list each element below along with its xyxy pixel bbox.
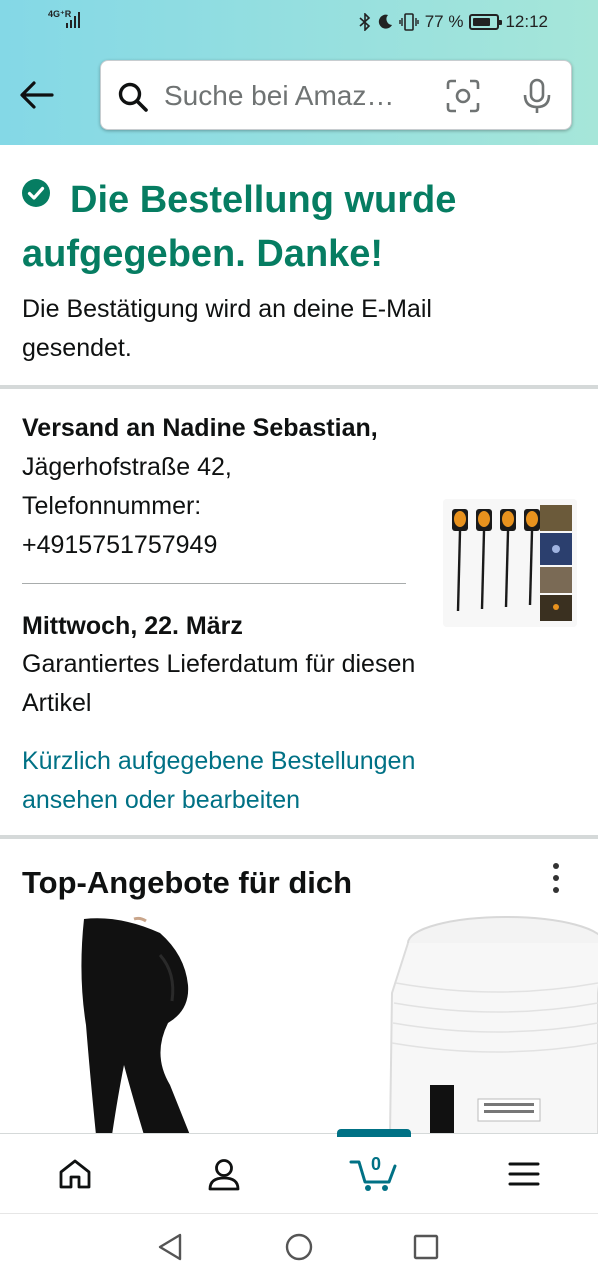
cart-count-badge: 0 [371,1154,382,1174]
back-triangle-icon[interactable] [156,1232,186,1262]
status-bar: 4G⁺R 77 % 12:12 [0,0,598,46]
order-confirmation-section: Die Bestellung wurde aufgegeben. Danke! … [0,145,598,389]
battery-icon [469,14,503,30]
microphone-icon[interactable] [522,78,552,114]
battery-fill [473,18,491,26]
bottom-navigation: 0 [0,1129,598,1214]
clock: 12:12 [505,12,548,31]
search-input[interactable]: Suche bei Amaz… [100,60,572,130]
home-icon [59,1159,90,1189]
nav-account[interactable] [149,1134,298,1214]
search-placeholder: Suche bei Amaz… [164,80,395,111]
more-options-icon[interactable] [546,861,566,895]
shipping-address: Versand an Nadine Sebastian, Jägerhofstr… [22,409,402,565]
nav-home[interactable] [0,1134,149,1214]
confirmation-title: Die Bestellung wurde aufgegeben. Danke! [22,179,457,275]
shipping-address-text: Jägerhofstraße 42, Telefonnummer: +49157… [22,453,232,559]
recent-orders-link[interactable]: Kürzlich aufgegebene Bestellungen ansehe… [22,742,502,820]
nav-menu[interactable] [449,1134,598,1214]
delivery-date: Mittwoch, 22. März [22,612,243,640]
camera-scan-icon[interactable] [446,79,480,113]
shipping-recipient: Versand an Nadine Sebastian, [22,414,378,442]
status-right: 77 % 12:12 [359,12,548,32]
menu-icon [508,1162,539,1186]
account-icon [208,1159,239,1191]
delivery-note: Garantiertes Lieferdatum für diesen Arti… [22,650,416,717]
search-icon [118,82,148,112]
moon-icon [378,14,392,29]
back-arrow-icon[interactable] [18,78,58,112]
recents-square-icon[interactable] [411,1232,441,1262]
lifestyle-photos [540,505,572,621]
bluetooth-icon [359,13,370,31]
confirmation-subtitle: Die Bestätigung wird an deine E-Mail ges… [22,295,432,362]
shipping-section: Versand an Nadine Sebastian, Jägerhofstr… [0,389,598,839]
deals-section: Top-Angebote für dich [0,843,598,1133]
divider [22,583,406,584]
product-thumbnail[interactable] [443,499,577,627]
deals-title: Top-Angebote für dich [22,865,353,900]
deal-product-leggings[interactable] [60,915,290,1133]
home-circle-icon[interactable] [284,1232,314,1262]
signal-icon [66,12,80,28]
battery-percent: 77 % [424,12,464,31]
vibrate-icon [399,13,419,31]
search-header: Suche bei Amaz… [0,46,598,145]
deal-product-plates[interactable] [388,913,598,1133]
system-navigation-bar [0,1213,598,1280]
